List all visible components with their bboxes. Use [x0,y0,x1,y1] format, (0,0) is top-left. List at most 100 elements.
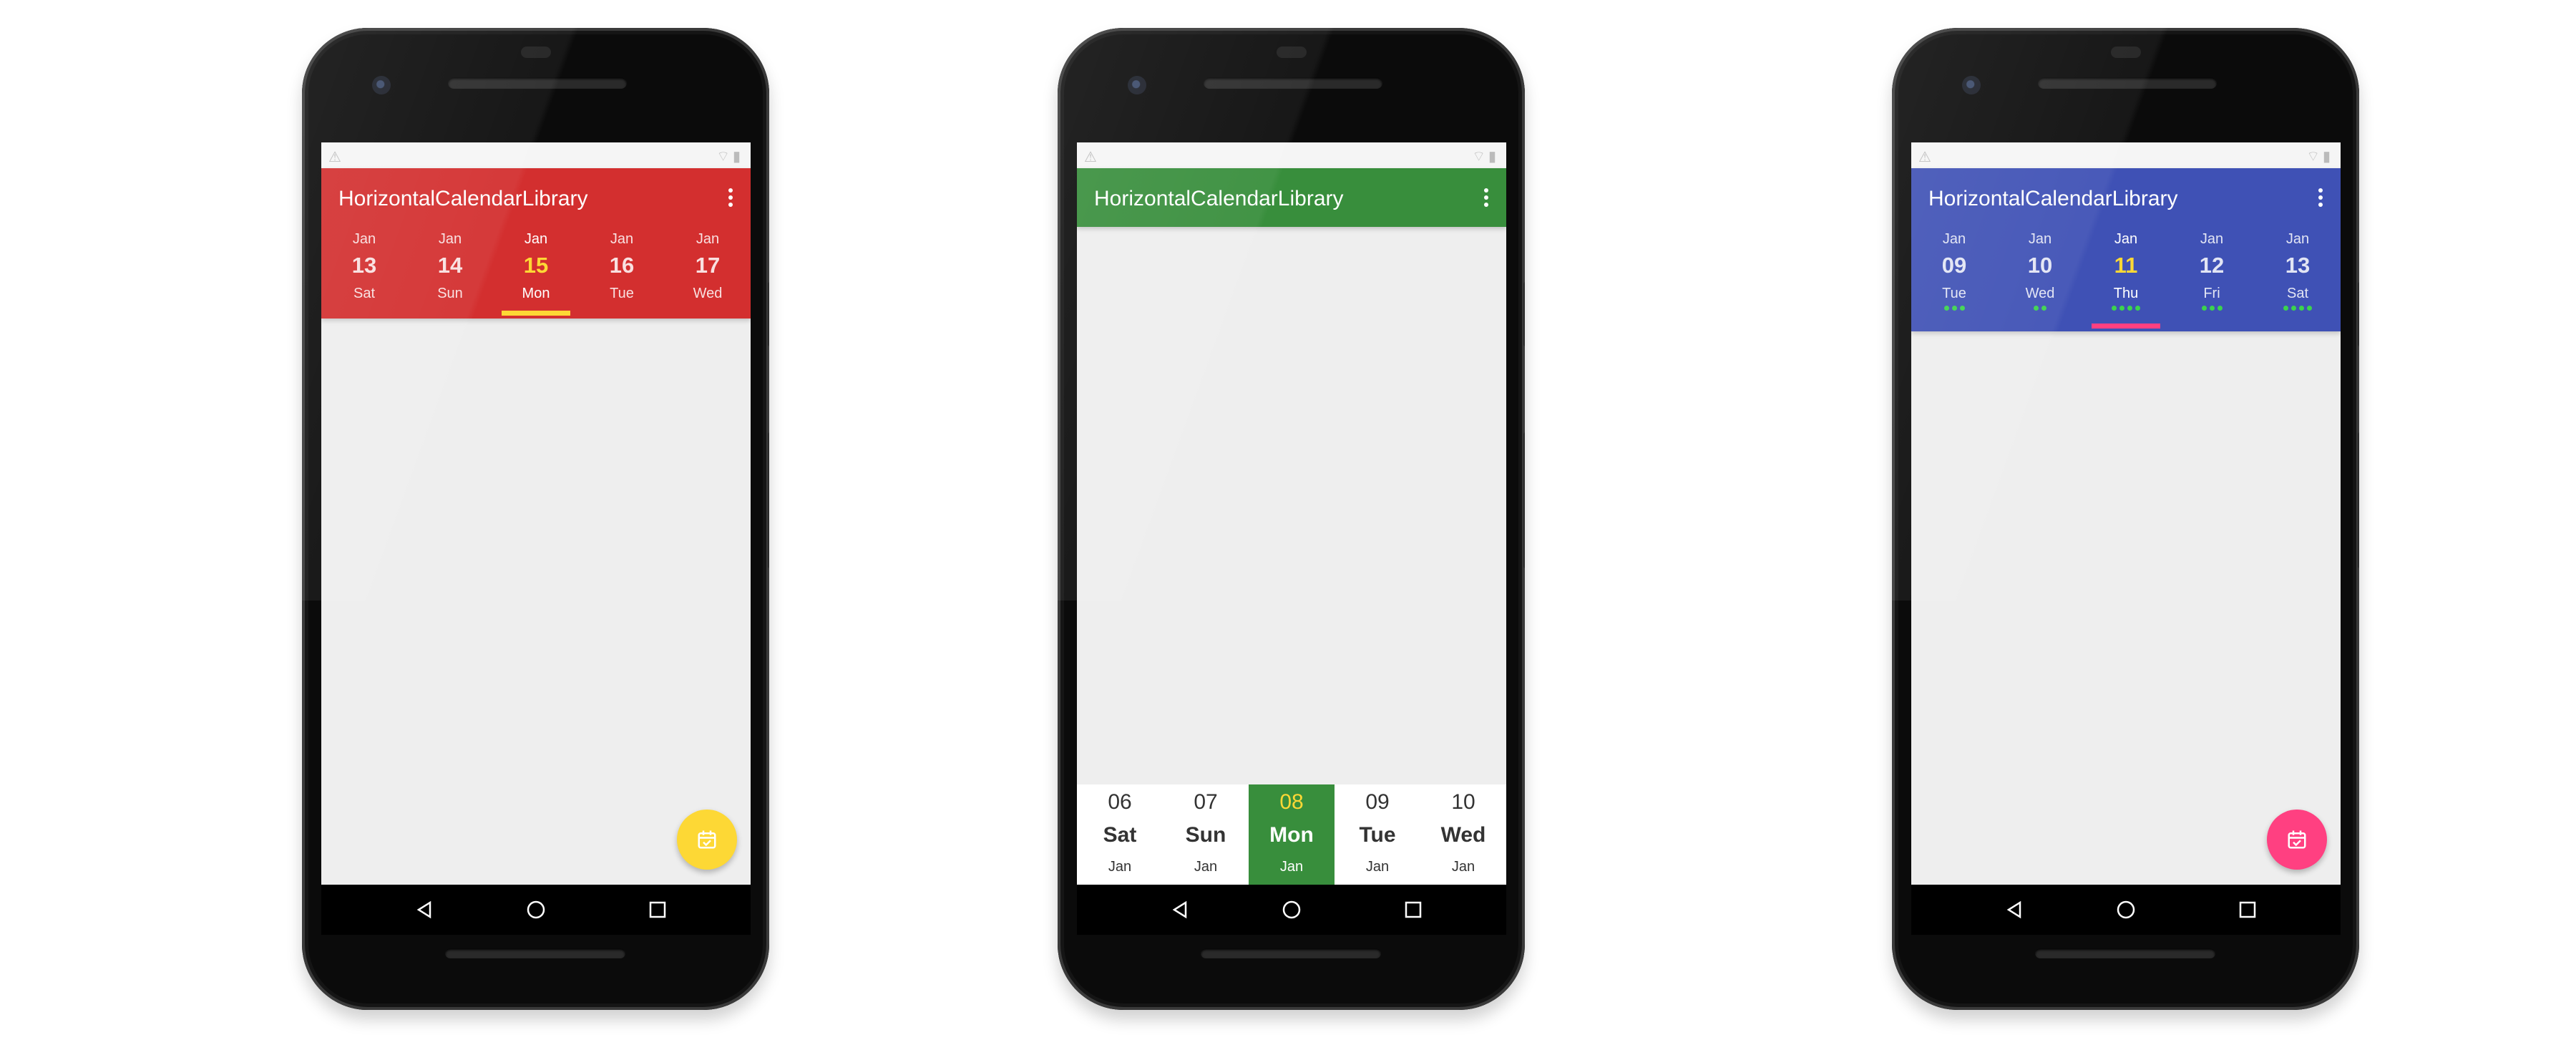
home-icon[interactable] [1281,899,1302,920]
today-fab[interactable] [2267,810,2327,870]
warning-icon: ⚠ [1918,150,1931,165]
back-icon[interactable] [1170,899,1191,920]
day-weekday: Tue [610,286,634,301]
bottom-horizontal-calendar[interactable]: 06 Sat Jan 07 Sun Jan 08 Mon Jan 09 Tue … [1077,784,1506,885]
event-dots [1911,306,1997,311]
day-weekday: Wed [693,286,723,301]
calendar-check-icon [2288,830,2306,849]
day-number: 09 [1941,253,1967,278]
calendar-day[interactable]: Jan 12 Fri [2169,231,2255,329]
home-icon[interactable] [2115,899,2137,920]
nav-bar [321,885,751,935]
day-number: 10 [2027,253,2053,278]
app-title: HorizontalCalendarLibrary [338,187,588,210]
volume-button [2358,432,2359,568]
day-number: 14 [437,253,463,278]
day-number: 09 [1365,790,1390,814]
earpiece-speaker [1204,77,1382,89]
day-weekday: Sat [353,286,376,301]
status-icons: ⌔▮ [1472,149,1499,165]
day-number: 12 [2199,253,2225,278]
calendar-day[interactable]: Jan 13 Sat [321,231,407,316]
day-weekday: Thu [2113,286,2139,301]
screen: ⚠ ⌔▮ HorizontalCalendarLibrary Jan 13 Sa… [321,142,751,885]
calendar-day-selected[interactable]: Jan 11 Thu [2083,231,2169,329]
phone-blue: ⚠ ⌔▮ HorizontalCalendarLibrary Jan 09 Tu… [1892,28,2359,1010]
sensor [1277,47,1307,58]
today-fab[interactable] [677,810,737,870]
calendar-day[interactable]: 07 Sun Jan [1163,784,1249,885]
recents-icon[interactable] [1402,899,1424,920]
app-title: HorizontalCalendarLibrary [1928,187,2178,210]
day-month: Jan [2285,231,2310,247]
recents-icon[interactable] [2237,899,2258,920]
calendar-day[interactable]: Jan 16 Tue [579,231,665,316]
day-month: Jan [2028,231,2052,247]
day-number: 08 [1279,790,1304,814]
power-button [768,282,769,346]
calendar-day[interactable]: 09 Tue Jan [1335,784,1420,885]
back-icon[interactable] [2004,899,2026,920]
calendar-day[interactable]: Jan 14 Sun [407,231,493,316]
screen: ⚠ ⌔▮ HorizontalCalendarLibrary Jan 09 Tu… [1911,142,2341,885]
day-weekday: Sat [2286,286,2309,301]
bottom-speaker [2035,948,2215,958]
phone-red: ⚠ ⌔▮ HorizontalCalendarLibrary Jan 13 Sa… [302,28,769,1010]
day-number: 13 [351,253,377,278]
day-month: Jan [2200,231,2224,247]
day-number: 07 [1194,790,1218,814]
day-month: Jan [610,231,634,247]
front-camera [1128,76,1146,94]
overflow-menu-icon[interactable] [2318,188,2323,208]
calendar-day-selected[interactable]: 08 Mon Jan [1249,784,1335,885]
day-weekday: Sun [437,286,463,301]
overflow-menu-icon[interactable] [728,188,733,208]
volume-button [768,432,769,568]
calendar-day-selected[interactable]: Jan 15 Mon [493,231,579,316]
selected-day-indicator [502,311,570,316]
sensor [521,47,551,58]
back-icon[interactable] [414,899,436,920]
horizontal-calendar[interactable]: Jan 09 Tue Jan 10 Wed Jan 11 Thu Jan 12 … [1911,231,2341,329]
sensor [2111,47,2141,58]
power-button [1523,282,1525,346]
power-button [2358,282,2359,346]
volume-button [1523,432,1525,568]
horizontal-calendar[interactable]: Jan 13 Sat Jan 14 Sun Jan 15 Mon Jan 16 … [321,231,751,316]
day-weekday: Fri [2203,286,2220,301]
nav-bar [1077,885,1506,935]
front-camera [1962,76,1981,94]
event-dots [2083,306,2169,311]
calendar-day[interactable]: Jan 17 Wed [665,231,751,316]
day-month: Jan [1194,859,1218,875]
nav-bar [1911,885,2341,935]
screen: ⚠ ⌔▮ HorizontalCalendarLibrary 06 Sat Ja… [1077,142,1506,885]
calendar-day[interactable]: Jan 13 Sat [2255,231,2341,329]
overflow-menu-icon[interactable] [1483,188,1489,208]
earpiece-speaker [448,77,627,89]
day-number: 06 [1108,790,1132,814]
calendar-day[interactable]: Jan 10 Wed [1997,231,2083,329]
day-number: 13 [2285,253,2311,278]
day-number: 10 [1451,790,1475,814]
calendar-day[interactable]: 06 Sat Jan [1077,784,1163,885]
calendar-day[interactable]: Jan 09 Tue [1911,231,1997,329]
day-month: Jan [438,231,462,247]
bottom-speaker [445,948,625,958]
bottom-speaker [1201,948,1381,958]
day-weekday: Tue [1942,286,1966,301]
day-weekday: Wed [1440,823,1486,847]
day-month: Jan [1365,859,1390,875]
status-bar: ⚠ ⌔▮ [321,142,751,168]
status-icons: ⌔▮ [2306,149,2333,165]
day-month: Jan [352,231,376,247]
day-number: 16 [609,253,635,278]
calendar-day[interactable]: 10 Wed Jan [1420,784,1506,885]
day-weekday: Sun [1185,823,1226,847]
day-month: Jan [1279,859,1304,875]
app-bar: HorizontalCalendarLibrary [1077,168,1506,227]
home-icon[interactable] [525,899,547,920]
recents-icon[interactable] [647,899,668,920]
calendar-check-icon [698,830,716,849]
event-dots [1997,306,2083,311]
